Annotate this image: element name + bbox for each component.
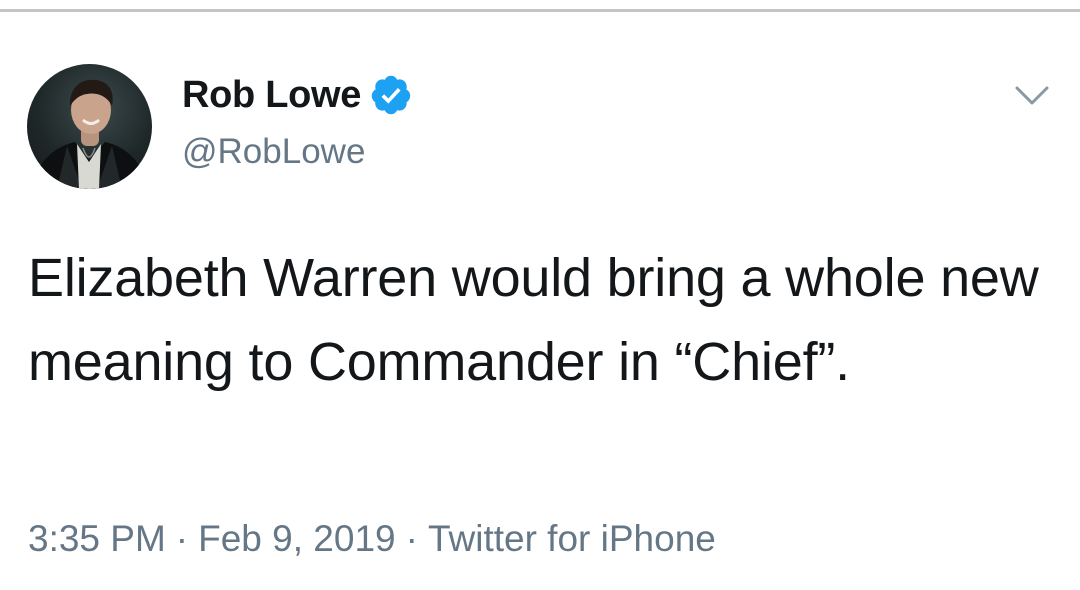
meta-separator: · (405, 518, 418, 559)
tweet-card: Rob Lowe @RobLowe Elizabeth Warren would… (0, 12, 1080, 590)
verified-badge-icon (369, 73, 413, 117)
tweet-date[interactable]: Feb 9, 2019 (198, 518, 395, 559)
tweet-time[interactable]: 3:35 PM (28, 518, 166, 559)
avatar-photo (32, 79, 147, 189)
name-row: Rob Lowe (182, 72, 413, 118)
avatar[interactable] (27, 64, 152, 189)
user-handle[interactable]: @RobLowe (182, 132, 413, 172)
tweet-header: Rob Lowe @RobLowe (182, 72, 413, 172)
tweet-source[interactable]: Twitter for iPhone (428, 518, 716, 559)
top-divider (0, 0, 1080, 12)
tweet-meta: 3:35 PM · Feb 9, 2019 · Twitter for iPhone (28, 518, 716, 560)
chevron-down-icon[interactable] (1014, 84, 1050, 108)
display-name[interactable]: Rob Lowe (182, 74, 361, 117)
tweet-text: Elizabeth Warren would bring a whole new… (28, 248, 1039, 392)
meta-separator: · (175, 518, 189, 559)
